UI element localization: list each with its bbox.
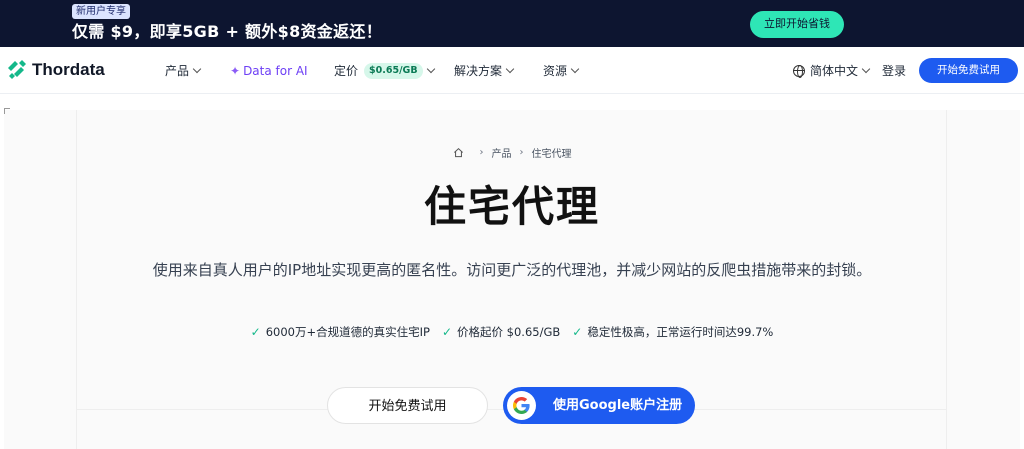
promo-banner: 新用户专享 仅需 $9，即享5GB + 额外$8资金返还！ 立即开始省钱 [0,0,1024,47]
pricing-badge: $0.65/GB [364,63,423,79]
grid-line [946,110,947,449]
promo-headline: 仅需 $9，即享5GB + 额外$8资金返还！ [72,22,383,41]
nav-data-for-ai[interactable]: ✦ Data for AI [230,62,308,80]
promo-cta-button[interactable]: 立即开始省钱 [750,11,844,38]
nav-resources-label: 资源 [543,64,568,78]
chevron-down-icon [426,64,435,74]
globe-icon [793,65,805,78]
start-free-trial-nav-button[interactable]: 开始免费试用 [919,58,1018,83]
nav-solutions-label: 解决方案 [454,64,503,78]
new-user-badge: 新用户专享 [72,4,130,19]
nav-products-label: 产品 [165,64,190,78]
chevron-right-icon: › [519,147,524,158]
nav-data-for-ai-label: Data for AI [243,64,308,78]
feature-label: 价格起价 $0.65/GB [457,325,561,339]
feature-item: ✓ 稳定性极高，正常运行时间达99.7% [572,324,773,340]
google-icon [513,397,530,414]
feature-item: ✓ 价格起价 $0.65/GB [442,324,560,340]
grid-line [76,110,77,449]
chevron-down-icon [505,64,515,74]
language-label: 简体中文 [810,64,859,78]
thordata-logo-icon [8,60,26,79]
nav-solutions[interactable]: 解决方案 [454,62,515,80]
top-navbar: Thordata 产品 ✦ Data for AI 定价 $0.65/GB 解决… [0,47,1024,94]
google-signup-label: 使用Google账户注册 [553,398,683,413]
corner-mark [4,108,10,114]
check-icon: ✓ [441,325,452,339]
google-signup-button[interactable]: 使用Google账户注册 [503,387,695,424]
breadcrumb-current: 住宅代理 [531,149,572,160]
home-icon[interactable] [453,147,464,158]
feature-label: 稳定性极高，正常运行时间达99.7% [587,325,774,339]
login-label: 登录 [882,64,907,78]
chevron-right-icon: › [479,147,484,158]
hero-description: 使用来自真人用户的IP地址实现更高的匿名性。访问更广泛的代理池，并减少网站的反爬… [152,261,872,279]
brand-name: Thordata [32,60,105,79]
login-link[interactable]: 登录 [882,62,906,80]
feature-list: ✓ 6000万+合规道德的真实住宅IP ✓ 价格起价 $0.65/GB ✓ 稳定… [0,324,1024,340]
nav-resources[interactable]: 资源 [543,62,580,80]
breadcrumb-products[interactable]: 产品 [492,145,512,160]
google-icon-circle [507,391,536,420]
check-icon: ✓ [572,325,583,339]
chevron-down-icon [570,64,580,74]
nav-pricing[interactable]: 定价 $0.65/GB [334,62,435,80]
start-free-trial-button[interactable]: 开始免费试用 [327,387,488,424]
sparkle-icon: ✦ [230,64,241,78]
breadcrumb: › 产品 › 住宅代理 [0,145,1024,160]
page-title: 住宅代理 [423,182,600,231]
check-icon: ✓ [250,325,261,339]
nav-pricing-label: 定价 [334,64,359,78]
feature-item: ✓ 6000万+合规道德的真实住宅IP [251,324,430,340]
chevron-down-icon [192,64,202,74]
feature-label: 6000万+合规道德的真实住宅IP [265,325,430,339]
chevron-down-icon [861,64,871,74]
nav-products[interactable]: 产品 [165,62,202,80]
brand-logo[interactable]: Thordata [6,59,105,81]
language-selector[interactable]: 简体中文 [793,62,871,80]
